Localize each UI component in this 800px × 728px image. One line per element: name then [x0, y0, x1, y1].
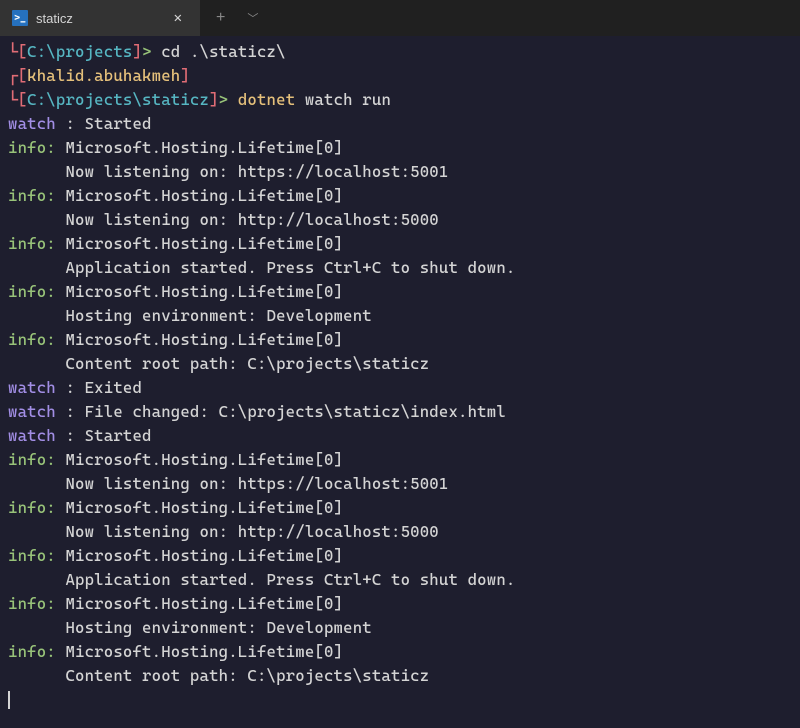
- prompt-line: └[C:\projects]> cd .\staticz\: [8, 40, 792, 64]
- tab-dropdown-button[interactable]: ﹀: [239, 6, 266, 30]
- cursor-line[interactable]: [8, 688, 792, 712]
- info-line: info: Microsoft.Hosting.Lifetime[0]: [8, 640, 792, 664]
- watch-line: watch : Exited: [8, 376, 792, 400]
- info-line: info: Microsoft.Hosting.Lifetime[0]: [8, 184, 792, 208]
- info-message: Content root path: C:\projects\staticz: [8, 352, 792, 376]
- info-line: info: Microsoft.Hosting.Lifetime[0]: [8, 280, 792, 304]
- info-line: info: Microsoft.Hosting.Lifetime[0]: [8, 448, 792, 472]
- new-tab-button[interactable]: +: [208, 5, 233, 31]
- watch-line: watch : Started: [8, 424, 792, 448]
- info-line: info: Microsoft.Hosting.Lifetime[0]: [8, 544, 792, 568]
- info-message: Application started. Press Ctrl+C to shu…: [8, 568, 792, 592]
- info-message: Now listening on: http://localhost:5000: [8, 208, 792, 232]
- info-message: Hosting environment: Development: [8, 304, 792, 328]
- info-message: Now listening on: http://localhost:5000: [8, 520, 792, 544]
- info-message: Now listening on: https://localhost:5001: [8, 160, 792, 184]
- info-line: info: Microsoft.Hosting.Lifetime[0]: [8, 136, 792, 160]
- close-tab-button[interactable]: ✕: [168, 8, 188, 28]
- terminal-output[interactable]: └[C:\projects]> cd .\staticz\ ┌[khalid.a…: [0, 36, 800, 716]
- prompt-user-line: ┌[khalid.abuhakmeh]: [8, 64, 792, 88]
- powershell-icon: >_: [12, 10, 28, 26]
- watch-line: watch : File changed: C:\projects\static…: [8, 400, 792, 424]
- watch-line: watch : Started: [8, 112, 792, 136]
- cursor-icon: [8, 691, 10, 709]
- info-message: Application started. Press Ctrl+C to shu…: [8, 256, 792, 280]
- info-message: Hosting environment: Development: [8, 616, 792, 640]
- info-message: Now listening on: https://localhost:5001: [8, 472, 792, 496]
- info-message: Content root path: C:\projects\staticz: [8, 664, 792, 688]
- tab-active[interactable]: >_ staticz ✕: [0, 0, 200, 36]
- prompt-line: └[C:\projects\staticz]> dotnet watch run: [8, 88, 792, 112]
- tab-actions: + ﹀: [200, 5, 266, 31]
- info-line: info: Microsoft.Hosting.Lifetime[0]: [8, 232, 792, 256]
- info-line: info: Microsoft.Hosting.Lifetime[0]: [8, 496, 792, 520]
- title-bar: >_ staticz ✕ + ﹀: [0, 0, 800, 36]
- info-line: info: Microsoft.Hosting.Lifetime[0]: [8, 328, 792, 352]
- tab-title: staticz: [36, 11, 160, 26]
- info-line: info: Microsoft.Hosting.Lifetime[0]: [8, 592, 792, 616]
